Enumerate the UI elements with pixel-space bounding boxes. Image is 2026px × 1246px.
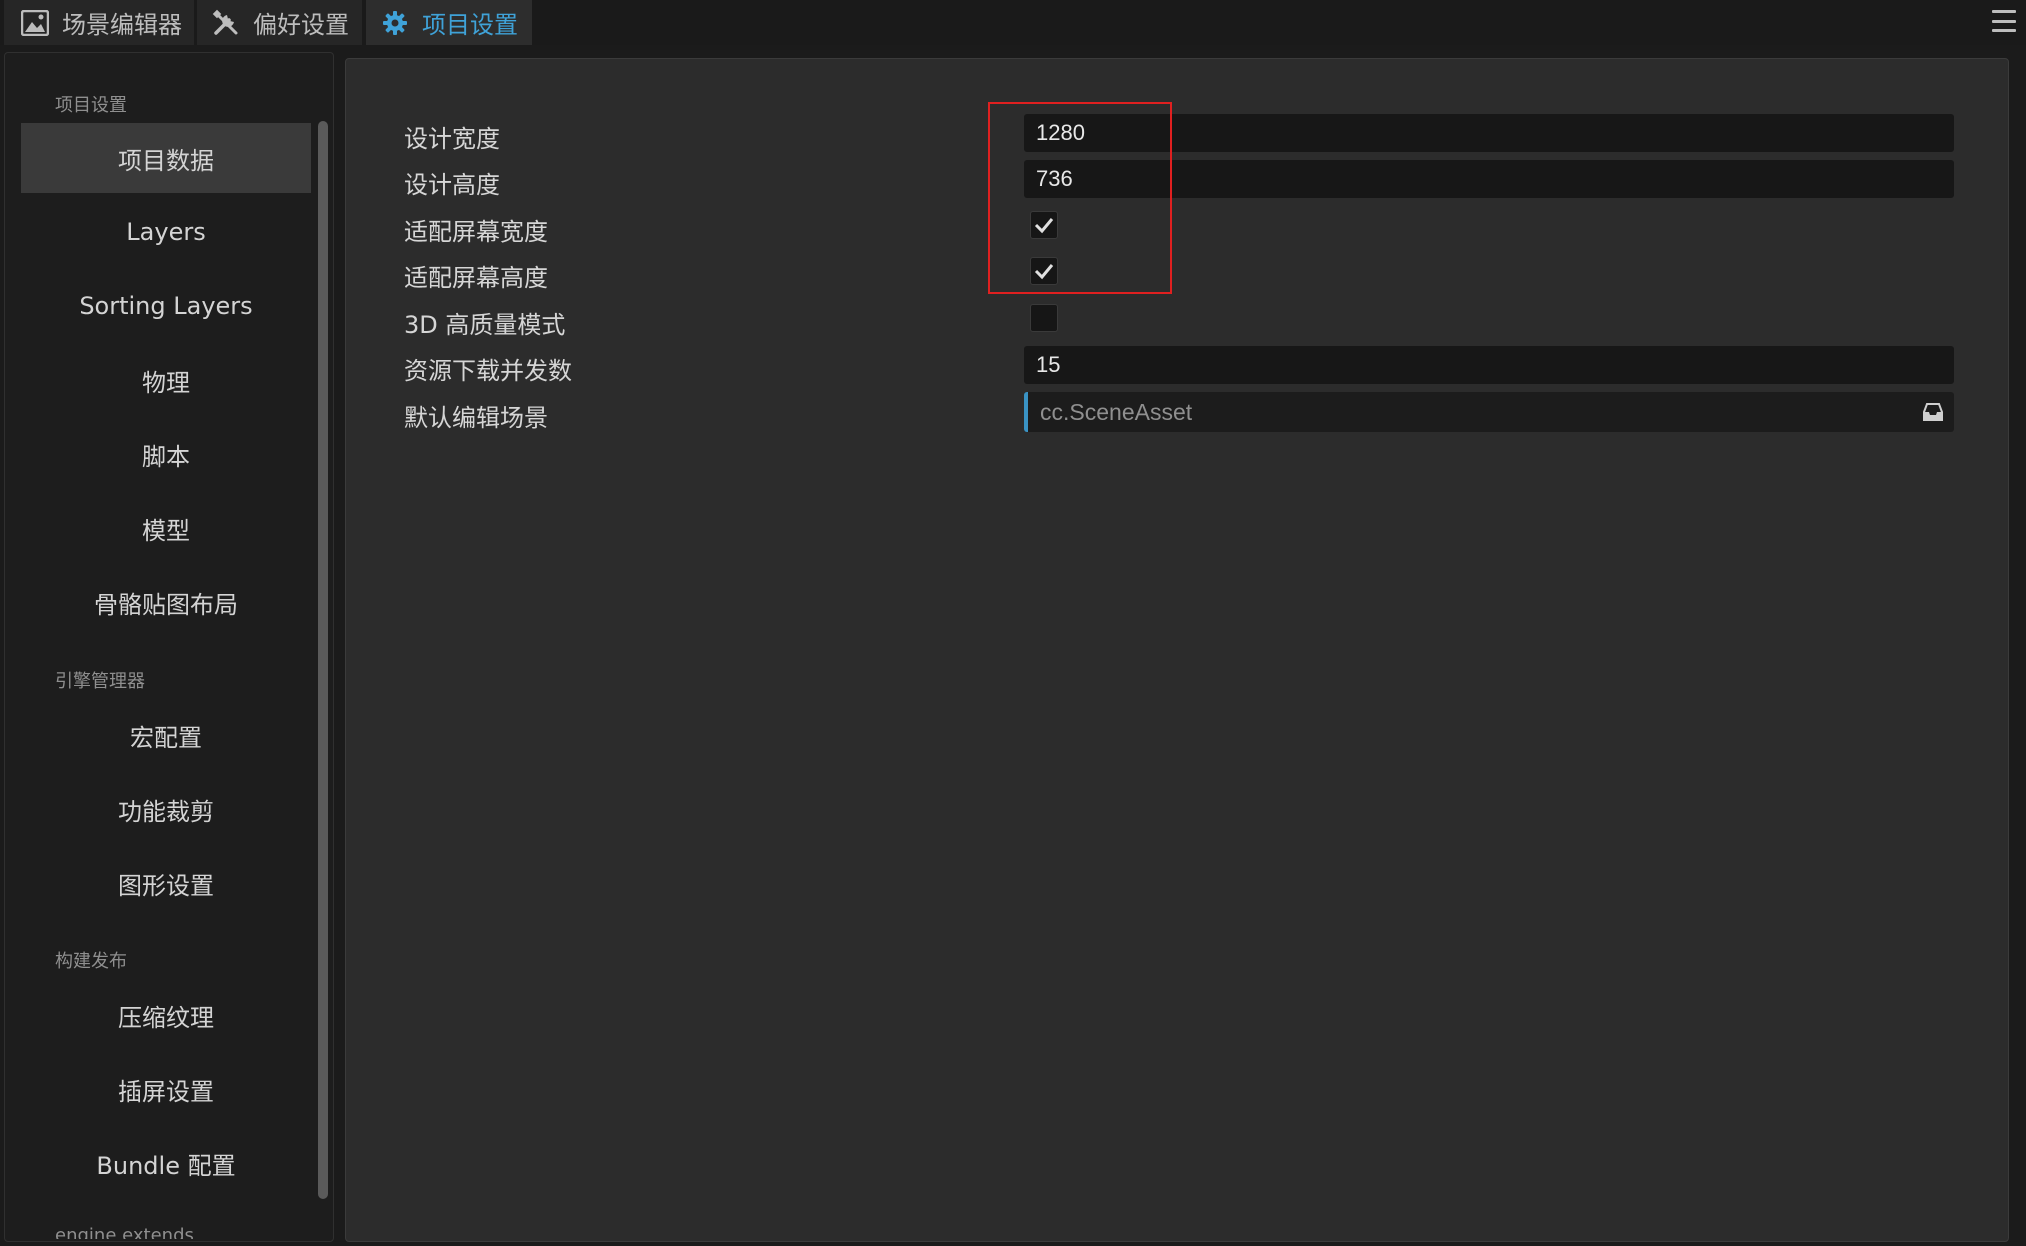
checkmark-icon [1034, 218, 1054, 234]
design-height-input[interactable]: 736 [1024, 160, 1954, 198]
sidebar-item-layers[interactable]: Layers [21, 197, 311, 267]
tools-icon [211, 8, 241, 38]
design-width-input[interactable]: 1280 [1024, 114, 1954, 152]
design-width-label: 设计宽度 [404, 125, 500, 153]
tab-label: 项目设置 [422, 11, 518, 39]
sidebar-list: 项目设置 项目数据 Layers Sorting Layers 物理 脚本 模型… [21, 69, 315, 1239]
sidebar-item-skeleton-atlas[interactable]: 骨骼贴图布局 [21, 567, 311, 637]
project-data-panel: 设计宽度 1280 设计高度 736 适配屏幕宽度 适配屏幕高度 3D 高质量模… [345, 58, 2009, 1242]
sidebar-group-header: 引擎管理器 [55, 671, 145, 692]
sidebar-group-header: 项目设置 [55, 95, 127, 116]
sidebar-item-model[interactable]: 模型 [21, 493, 311, 563]
hamburger-menu-icon[interactable] [1992, 10, 2016, 32]
fit-width-checkbox[interactable] [1030, 211, 1058, 239]
tab-preferences[interactable]: 偏好设置 [197, 0, 362, 45]
design-height-label: 设计高度 [404, 171, 500, 199]
sidebar-item-project-data[interactable]: 项目数据 [21, 123, 311, 193]
inbox-icon[interactable] [1920, 399, 1946, 425]
sidebar-item-scripts[interactable]: 脚本 [21, 419, 311, 489]
tab-label: 场景编辑器 [62, 11, 182, 39]
sidebar-item-compress-texture[interactable]: 压缩纹理 [21, 980, 311, 1050]
tab-project-settings[interactable]: 项目设置 [366, 0, 532, 45]
download-concurrency-input[interactable]: 15 [1024, 346, 1954, 384]
sidebar-item-bundle-config[interactable]: Bundle 配置 [21, 1128, 311, 1198]
tab-bar: 场景编辑器 偏好设置 项目设置 [0, 0, 2026, 45]
settings-sidebar: 项目设置 项目数据 Layers Sorting Layers 物理 脚本 模型… [4, 52, 334, 1242]
hq-3d-mode-checkbox[interactable] [1030, 304, 1058, 332]
gear-icon [380, 8, 410, 38]
sidebar-group-header: 构建发布 [55, 951, 127, 972]
default-scene-asset-field[interactable]: cc.SceneAsset [1024, 392, 1954, 432]
sidebar-item-graphics-settings[interactable]: 图形设置 [21, 848, 311, 918]
fit-width-label: 适配屏幕宽度 [404, 218, 548, 246]
sidebar-scrollbar[interactable] [318, 121, 328, 1199]
sidebar-item-splash-settings[interactable]: 插屏设置 [21, 1054, 311, 1124]
sidebar-item-physics[interactable]: 物理 [21, 345, 311, 415]
default-scene-label: 默认编辑场景 [404, 404, 548, 432]
tab-scene-editor[interactable]: 场景编辑器 [4, 0, 194, 45]
checkmark-icon [1034, 264, 1054, 280]
fit-height-checkbox[interactable] [1030, 257, 1058, 285]
sidebar-group-header: engine extends [55, 1225, 194, 1239]
download-concurrency-label: 资源下载并发数 [404, 357, 572, 385]
asset-type-placeholder: cc.SceneAsset [1040, 398, 1193, 425]
sidebar-item-sorting-layers[interactable]: Sorting Layers [21, 271, 311, 341]
sidebar-item-macro-config[interactable]: 宏配置 [21, 700, 311, 770]
sidebar-item-feature-crop[interactable]: 功能裁剪 [21, 774, 311, 844]
tab-label: 偏好设置 [253, 11, 349, 39]
hq-3d-mode-label: 3D 高质量模式 [404, 311, 566, 339]
fit-height-label: 适配屏幕高度 [404, 264, 548, 292]
scene-image-icon [20, 8, 50, 38]
